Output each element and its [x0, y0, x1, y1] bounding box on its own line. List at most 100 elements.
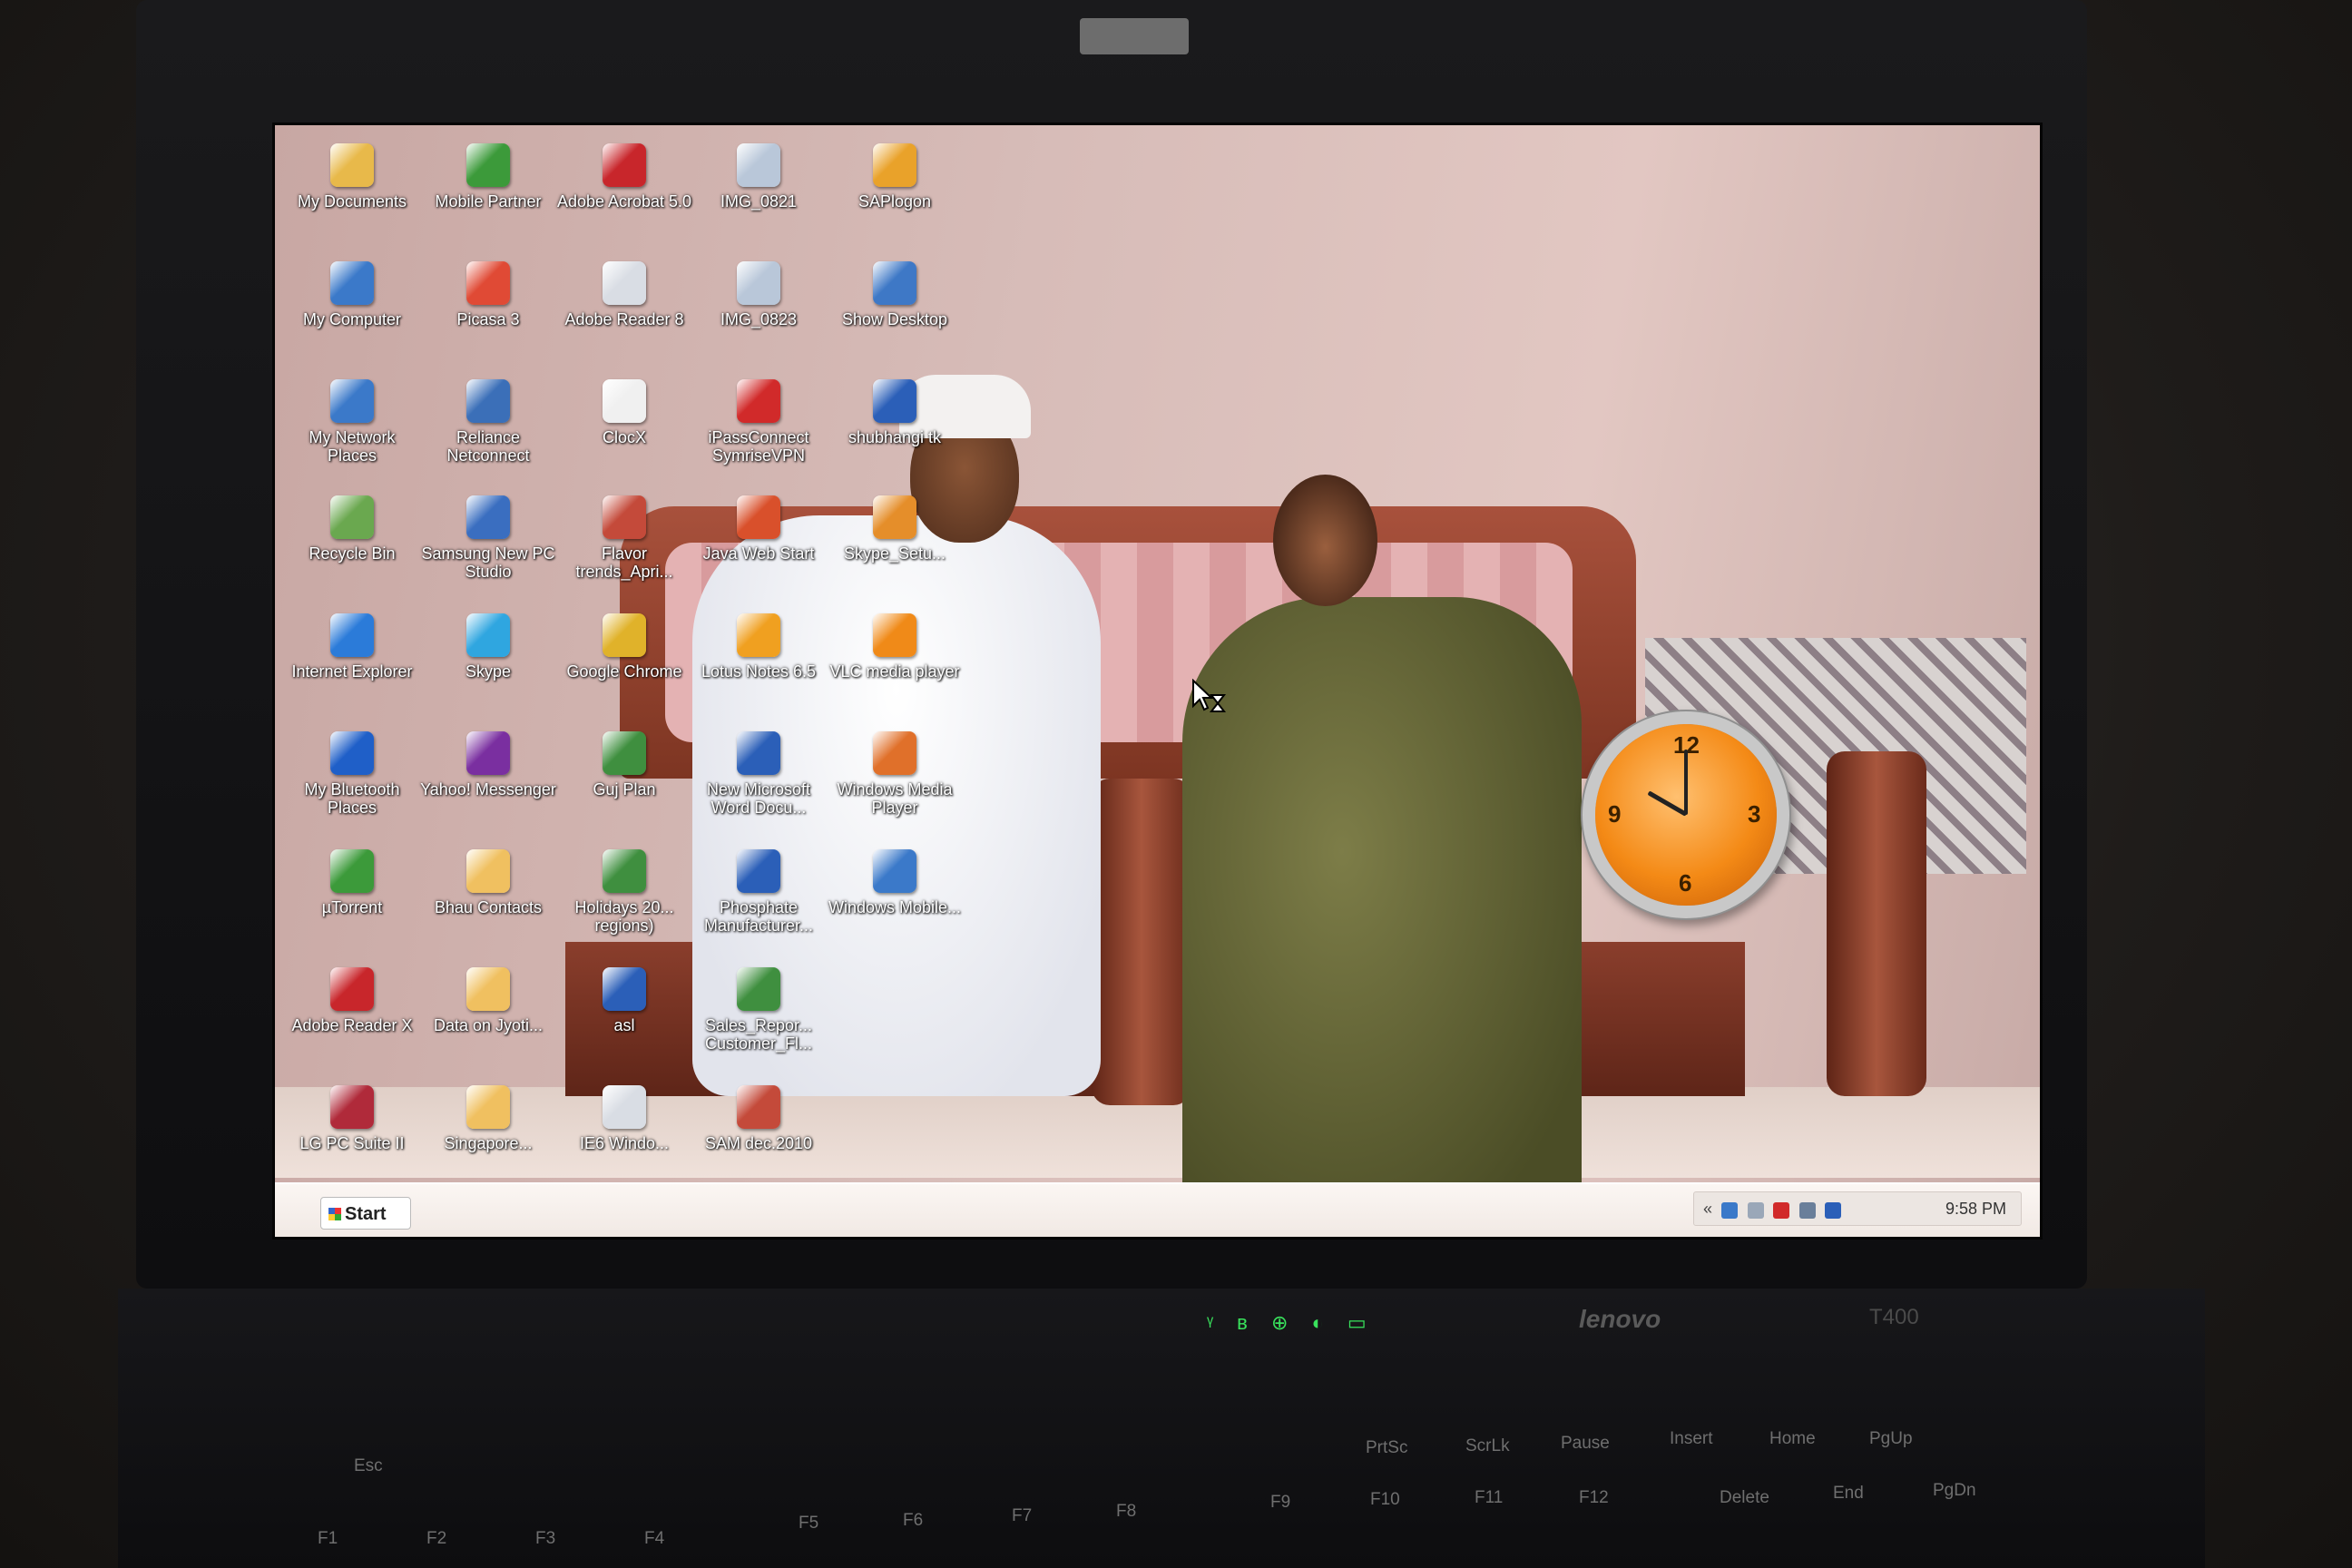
desktop-icon[interactable]: Reliance Netconnect [420, 379, 556, 465]
desktop-icon[interactable]: Windows Mobile... [827, 849, 963, 916]
keyboard-key[interactable]: Pause [1561, 1434, 1610, 1454]
desktop-icon-label: Java Web Start [702, 544, 815, 563]
desktop-icon[interactable]: My Computer [284, 261, 420, 328]
desktop-icon[interactable]: SAPlogon [827, 143, 963, 211]
app-icon [737, 495, 780, 539]
desktop-icon[interactable]: Adobe Reader X [284, 967, 420, 1034]
desktop-icon[interactable]: Recycle Bin [284, 495, 420, 563]
keyboard-key[interactable]: Esc [354, 1456, 383, 1476]
network-tray-icon[interactable] [1721, 1201, 1739, 1219]
desktop-icon[interactable]: My Network Places [284, 379, 420, 465]
desktop-icon[interactable]: Phosphate Manufacturer... [691, 849, 827, 935]
desktop-icon[interactable]: Internet Explorer [284, 613, 420, 681]
desktop-icon-label: IMG_0821 [720, 192, 798, 211]
keyboard-key[interactable]: F10 [1370, 1490, 1400, 1510]
status-leds: ᵞ ʙ ⊕ ◐ ▭ [1207, 1311, 1376, 1334]
desktop-icon[interactable]: Adobe Reader 8 [556, 261, 692, 328]
clock-number: 6 [1679, 869, 1692, 897]
desktop-icon-label: Data on Jyoti... [433, 1016, 544, 1034]
clock-gadget[interactable]: 12 3 6 9 [1595, 724, 1777, 906]
keyboard-key[interactable]: F2 [426, 1529, 446, 1549]
desktop-icon-label: shubhangi tk [848, 428, 942, 446]
desktop-icon[interactable]: Skype_Setu... [827, 495, 963, 563]
desktop-icon[interactable]: Google Chrome [556, 613, 692, 681]
app-icon [873, 261, 916, 305]
desktop-icon[interactable]: Data on Jyoti... [420, 967, 556, 1034]
desktop-icon[interactable]: Lotus Notes 6.5 [691, 613, 827, 681]
app-icon [466, 967, 510, 1011]
desktop-icon[interactable]: My Documents [284, 143, 420, 211]
desktop-icon-label: IMG_0823 [720, 310, 798, 328]
volume-tray-icon[interactable] [1798, 1201, 1816, 1219]
desktop-icon-label: SAPlogon [858, 192, 932, 211]
keyboard-key[interactable]: End [1833, 1484, 1864, 1504]
keyboard-key[interactable]: F7 [1012, 1506, 1032, 1526]
keyboard-key[interactable]: ScrLk [1465, 1436, 1510, 1456]
desktop-icon[interactable]: Skype [420, 613, 556, 681]
desktop-icon[interactable]: ClocX [556, 379, 692, 446]
tray-clock[interactable]: 9:58 PM [1945, 1200, 2006, 1219]
desktop-icon[interactable]: Windows Media Player [827, 731, 963, 817]
app-icon [330, 849, 374, 893]
desktop-icon[interactable]: IMG_0823 [691, 261, 827, 328]
keyboard-key[interactable]: PrtSc [1366, 1438, 1407, 1458]
keyboard-key[interactable]: F3 [535, 1529, 555, 1549]
keyboard-key[interactable]: PgUp [1869, 1429, 1913, 1449]
desktop-icon[interactable]: VLC media player [827, 613, 963, 681]
keyboard-key[interactable]: F9 [1270, 1493, 1290, 1513]
keyboard-key[interactable]: F8 [1116, 1502, 1136, 1522]
desktop-icon-label: asl [613, 1016, 635, 1034]
power-tray-icon[interactable] [1825, 1201, 1842, 1219]
security-tray-icon[interactable] [1747, 1201, 1764, 1219]
desktop-icon-label: Show Desktop [841, 310, 948, 328]
app-icon [603, 261, 646, 305]
desktop-icon[interactable]: Sales_Repor... Customer_Fl... [691, 967, 827, 1053]
app-icon [873, 849, 916, 893]
start-button[interactable]: Start [320, 1197, 411, 1230]
desktop-icon[interactable]: Guj Plan [556, 731, 692, 799]
desktop-icon[interactable]: Yahoo! Messenger [420, 731, 556, 799]
desktop-icon[interactable]: IE6 Windo... [556, 1085, 692, 1152]
tray-expand-chevron[interactable]: « [1703, 1200, 1712, 1218]
keyboard-key[interactable]: Delete [1720, 1488, 1769, 1508]
app-icon [737, 379, 780, 423]
keyboard-key[interactable]: Home [1769, 1429, 1816, 1449]
desktop-icon-label: Yahoo! Messenger [420, 780, 556, 799]
app-icon [330, 495, 374, 539]
desktop-icon[interactable]: IMG_0821 [691, 143, 827, 211]
desktop-icon[interactable]: shubhangi tk [827, 379, 963, 446]
desktop-icon[interactable]: Adobe Acrobat 5.0 [556, 143, 692, 211]
desktop-icon[interactable]: Mobile Partner [420, 143, 556, 211]
desktop-icon[interactable]: Picasa 3 [420, 261, 556, 328]
keyboard-key[interactable]: F11 [1475, 1488, 1503, 1508]
desktop-icon[interactable]: New Microsoft Word Docu... [691, 731, 827, 817]
desktop-icon[interactable]: Samsung New PC Studio [420, 495, 556, 581]
app-icon [737, 849, 780, 893]
desktop-icon[interactable]: Singapore... [420, 1085, 556, 1152]
app-icon [603, 849, 646, 893]
keyboard-key[interactable]: Insert [1670, 1429, 1713, 1449]
keyboard-key[interactable]: F1 [318, 1529, 338, 1549]
desktop-icon[interactable]: Show Desktop [827, 261, 963, 328]
app-icon [873, 495, 916, 539]
app-icon [603, 967, 646, 1011]
desktop-icon[interactable]: My Bluetooth Places [284, 731, 420, 817]
vpn-tray-icon[interactable] [1773, 1201, 1790, 1219]
desktop-icon-label: Picasa 3 [456, 310, 520, 328]
keyboard-key[interactable]: F6 [903, 1511, 923, 1531]
desktop-icon[interactable]: µTorrent [284, 849, 420, 916]
desktop-icon[interactable]: Flavor trends_Apri... [556, 495, 692, 581]
desktop-icon[interactable]: Java Web Start [691, 495, 827, 563]
desktop-icon[interactable]: Holidays 20... regions) [556, 849, 692, 935]
desktop-icon[interactable]: Bhau Contacts [420, 849, 556, 916]
desktop-screen[interactable]: My Documents Mobile Partner Adobe Acrobat … [272, 122, 2043, 1240]
keyboard-key[interactable]: F4 [644, 1529, 664, 1549]
desktop-icon[interactable]: SAM dec.2010 [691, 1085, 827, 1152]
keyboard-key[interactable]: F12 [1579, 1488, 1609, 1508]
keyboard-key[interactable]: PgDn [1933, 1481, 1976, 1501]
desktop-icon[interactable]: LG PC Suite II [284, 1085, 420, 1152]
desktop-icon[interactable]: asl [556, 967, 692, 1034]
keyboard-key[interactable]: F5 [799, 1514, 818, 1534]
desktop-icon[interactable]: iPassConnect SymriseVPN [691, 379, 827, 465]
app-icon [466, 613, 510, 657]
